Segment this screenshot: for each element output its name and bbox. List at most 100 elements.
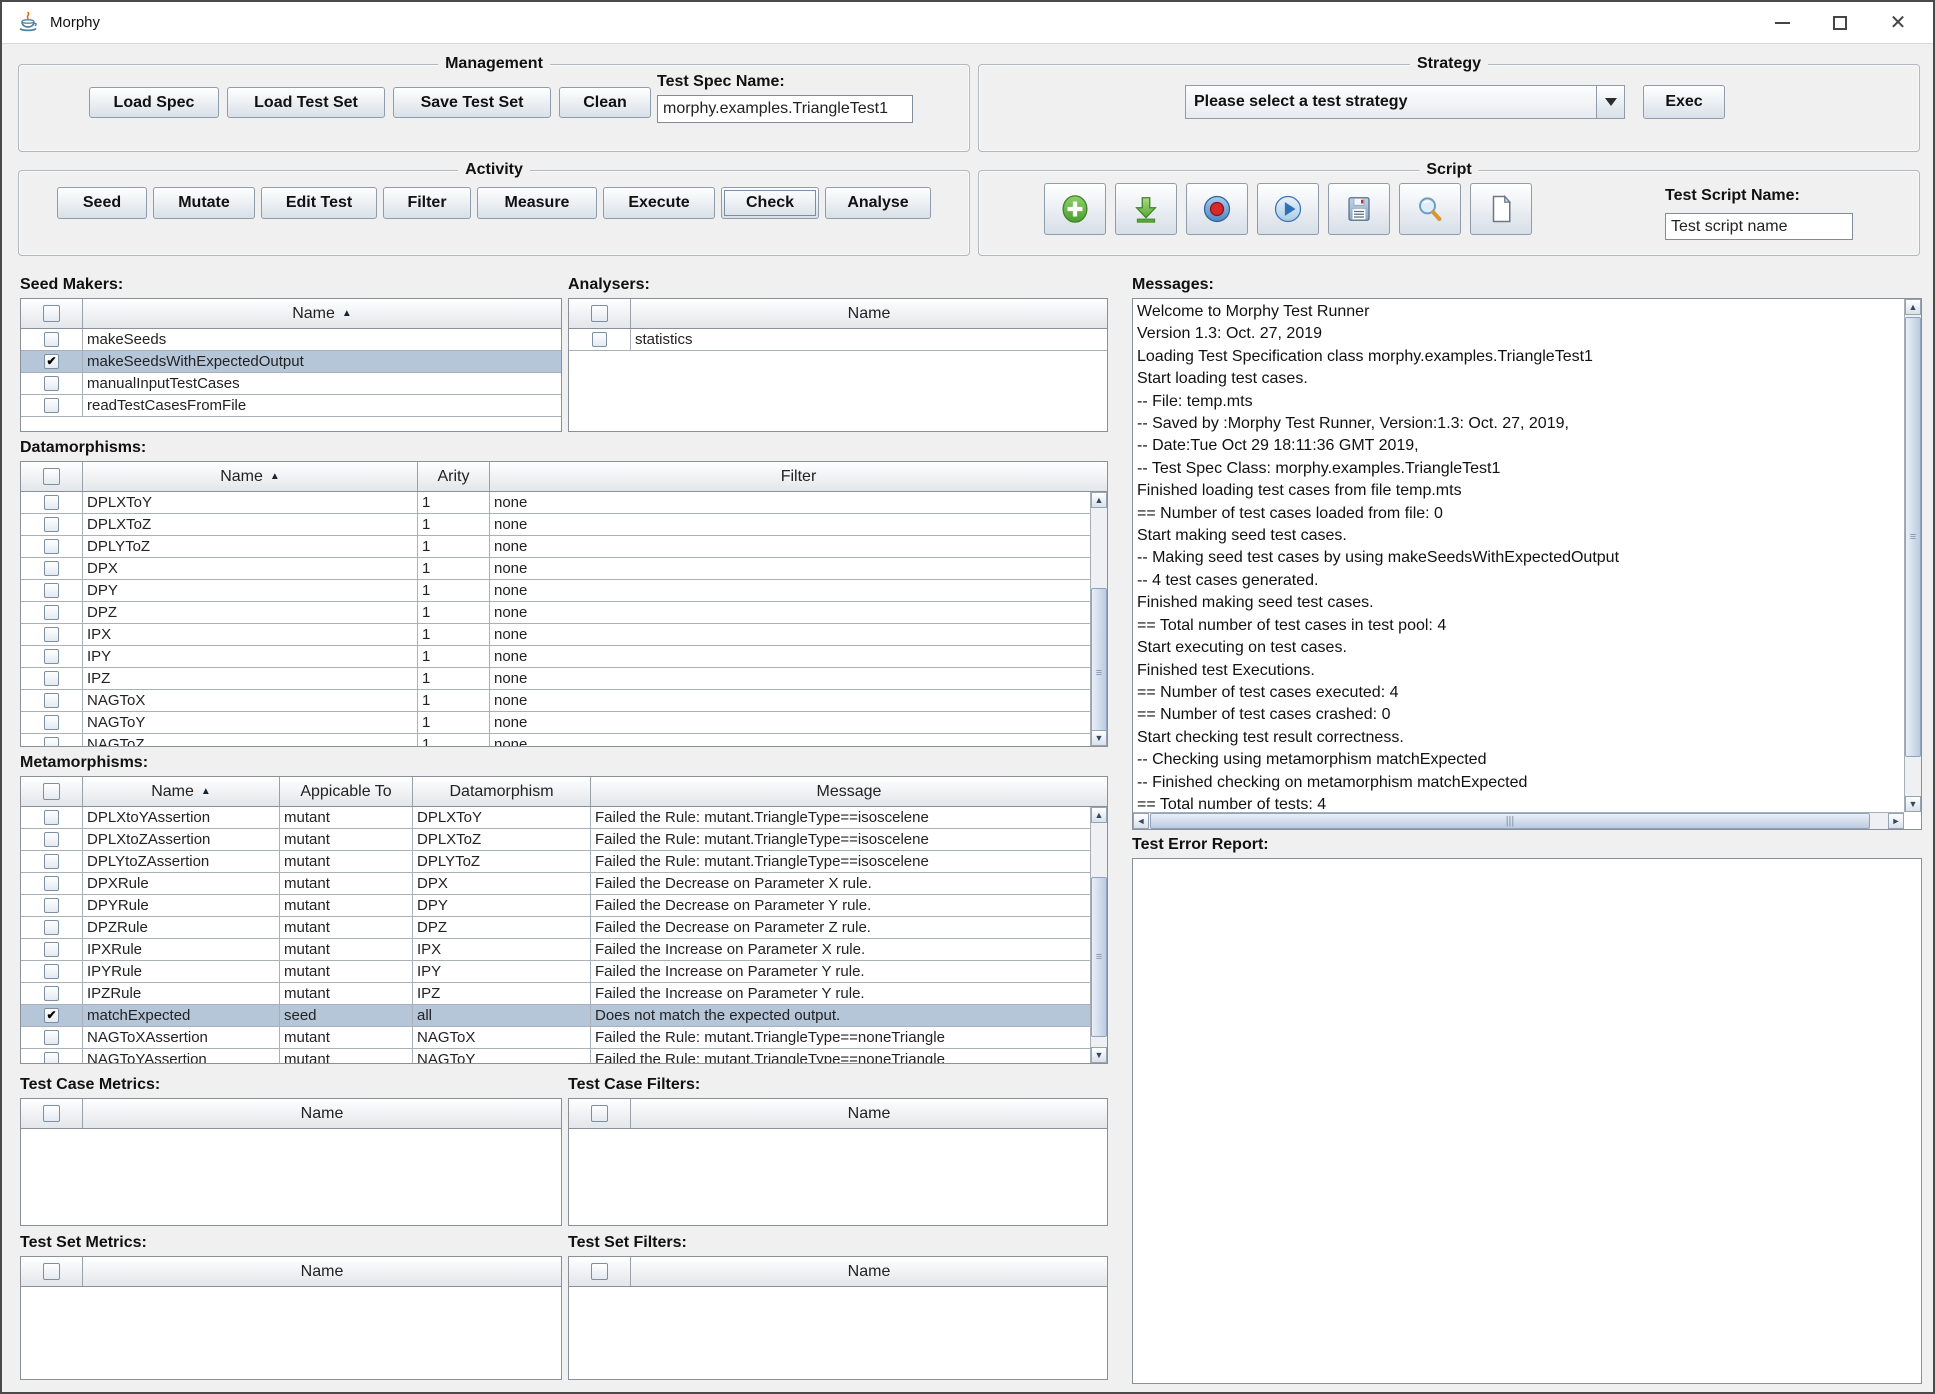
scroll-up-button[interactable]: ▲ — [1905, 299, 1921, 315]
table-row[interactable]: IPZ1none — [21, 668, 1090, 690]
table-row[interactable]: DPXRulemutantDPXFailed the Decrease on P… — [21, 873, 1090, 895]
header-checkbox[interactable] — [43, 783, 60, 800]
table-row[interactable]: DPZ1none — [21, 602, 1090, 624]
save-script-button[interactable] — [1328, 183, 1390, 235]
table-row[interactable]: DPLXtoZAssertionmutantDPLXToZFailed the … — [21, 829, 1090, 851]
table-row[interactable]: makeSeeds — [21, 329, 561, 351]
row-checkbox[interactable] — [44, 671, 59, 686]
row-checkbox[interactable] — [44, 517, 59, 532]
name-column-header[interactable]: Name — [631, 1099, 1107, 1128]
table-row[interactable]: DPLXToZ1none — [21, 514, 1090, 536]
name-column-header[interactable]: Name▲ — [83, 462, 418, 491]
analyse-button[interactable]: Analyse — [825, 187, 931, 219]
table-row[interactable]: IPXRulemutantIPXFailed the Increase on P… — [21, 939, 1090, 961]
scrollbar-thumb[interactable]: ≡ — [1905, 317, 1921, 757]
row-checkbox[interactable] — [44, 1008, 59, 1023]
minimize-button[interactable] — [1753, 2, 1811, 44]
message-column-header[interactable]: Message — [591, 777, 1107, 806]
vertical-scrollbar[interactable]: ▲ ≡ ▼ — [1090, 492, 1107, 746]
row-checkbox[interactable] — [44, 605, 59, 620]
scroll-down-button[interactable]: ▼ — [1905, 796, 1921, 812]
play-script-button[interactable] — [1257, 183, 1319, 235]
exec-button[interactable]: Exec — [1643, 85, 1725, 119]
row-checkbox[interactable] — [44, 649, 59, 664]
filter-column-header[interactable]: Filter — [490, 462, 1107, 491]
mutate-button[interactable]: Mutate — [153, 187, 255, 219]
row-checkbox[interactable] — [44, 1052, 59, 1064]
scrollbar-thumb[interactable]: ≡ — [1091, 588, 1107, 747]
seed-button[interactable]: Seed — [57, 187, 147, 219]
find-script-button[interactable] — [1399, 183, 1461, 235]
row-checkbox[interactable] — [44, 876, 59, 891]
execute-button[interactable]: Execute — [603, 187, 715, 219]
table-row[interactable]: DPY1none — [21, 580, 1090, 602]
name-column-header[interactable]: Name — [83, 1099, 561, 1128]
header-checkbox[interactable] — [43, 468, 60, 485]
vertical-scrollbar[interactable]: ▲ ≡ ▼ — [1904, 299, 1921, 812]
record-script-button[interactable] — [1186, 183, 1248, 235]
row-checkbox[interactable] — [44, 942, 59, 957]
maximize-button[interactable] — [1811, 2, 1869, 44]
header-checkbox[interactable] — [43, 305, 60, 322]
horizontal-scrollbar[interactable]: ◄ ||| ► — [1133, 812, 1904, 829]
table-row[interactable]: DPLXtoYAssertionmutantDPLXToYFailed the … — [21, 807, 1090, 829]
header-checkbox[interactable] — [43, 1263, 60, 1280]
table-row[interactable]: IPX1none — [21, 624, 1090, 646]
row-checkbox[interactable] — [44, 986, 59, 1001]
row-checkbox[interactable] — [592, 332, 607, 347]
row-checkbox[interactable] — [44, 354, 59, 369]
scroll-up-button[interactable]: ▲ — [1091, 492, 1107, 508]
table-row[interactable]: DPZRulemutantDPZFailed the Decrease on P… — [21, 917, 1090, 939]
name-column-header[interactable]: Name — [83, 1257, 561, 1286]
scroll-down-button[interactable]: ▼ — [1091, 730, 1107, 746]
table-row[interactable]: makeSeedsWithExpectedOutput — [21, 351, 561, 373]
row-checkbox[interactable] — [44, 1030, 59, 1045]
import-script-button[interactable] — [1115, 183, 1177, 235]
name-column-header[interactable]: Name — [631, 299, 1107, 328]
messages-pane[interactable]: Welcome to Morphy Test Runner Version 1.… — [1132, 298, 1922, 830]
row-checkbox[interactable] — [44, 898, 59, 913]
table-row[interactable]: DPLXToY1none — [21, 492, 1090, 514]
row-checkbox[interactable] — [44, 583, 59, 598]
datamorphism-column-header[interactable]: Datamorphism — [413, 777, 591, 806]
row-checkbox[interactable] — [44, 854, 59, 869]
table-row[interactable]: NAGToY1none — [21, 712, 1090, 734]
filter-button[interactable]: Filter — [383, 187, 471, 219]
table-row[interactable]: statistics — [569, 329, 1107, 351]
edit-test-button[interactable]: Edit Test — [261, 187, 377, 219]
scroll-left-button[interactable]: ◄ — [1133, 813, 1149, 829]
scrollbar-thumb[interactable]: ≡ — [1091, 877, 1107, 1037]
table-row[interactable]: IPY1none — [21, 646, 1090, 668]
table-row[interactable]: IPYRulemutantIPYFailed the Increase on P… — [21, 961, 1090, 983]
header-checkbox[interactable] — [43, 1105, 60, 1122]
row-checkbox[interactable] — [44, 964, 59, 979]
combo-dropdown-button[interactable] — [1596, 86, 1624, 118]
scroll-right-button[interactable]: ► — [1888, 813, 1904, 829]
table-row[interactable]: readTestCasesFromFile — [21, 395, 561, 417]
row-checkbox[interactable] — [44, 539, 59, 554]
clean-button[interactable]: Clean — [559, 87, 651, 118]
strategy-combobox[interactable]: Please select a test strategy — [1185, 85, 1625, 119]
row-checkbox[interactable] — [44, 332, 59, 347]
new-script-button[interactable] — [1470, 183, 1532, 235]
applicable-to-column-header[interactable]: Appicable To — [280, 777, 413, 806]
row-checkbox[interactable] — [44, 715, 59, 730]
save-test-set-button[interactable]: Save Test Set — [393, 87, 551, 118]
row-checkbox[interactable] — [44, 810, 59, 825]
row-checkbox[interactable] — [44, 398, 59, 413]
row-checkbox[interactable] — [44, 627, 59, 642]
row-checkbox[interactable] — [44, 561, 59, 576]
table-row[interactable]: DPYRulemutantDPYFailed the Decrease on P… — [21, 895, 1090, 917]
row-checkbox[interactable] — [44, 693, 59, 708]
row-checkbox[interactable] — [44, 832, 59, 847]
close-button[interactable]: ✕ — [1869, 2, 1927, 44]
add-script-button[interactable] — [1044, 183, 1106, 235]
table-row[interactable]: DPLYToZ1none — [21, 536, 1090, 558]
test-error-report-pane[interactable] — [1132, 858, 1922, 1384]
name-column-header[interactable]: Name — [631, 1257, 1107, 1286]
table-row[interactable]: matchExpectedseedallDoes not match the e… — [21, 1005, 1090, 1027]
scrollbar-thumb[interactable]: ||| — [1150, 813, 1870, 829]
table-row[interactable]: NAGToX1none — [21, 690, 1090, 712]
table-row[interactable]: NAGToZ1none — [21, 734, 1090, 747]
table-row[interactable]: DPX1none — [21, 558, 1090, 580]
